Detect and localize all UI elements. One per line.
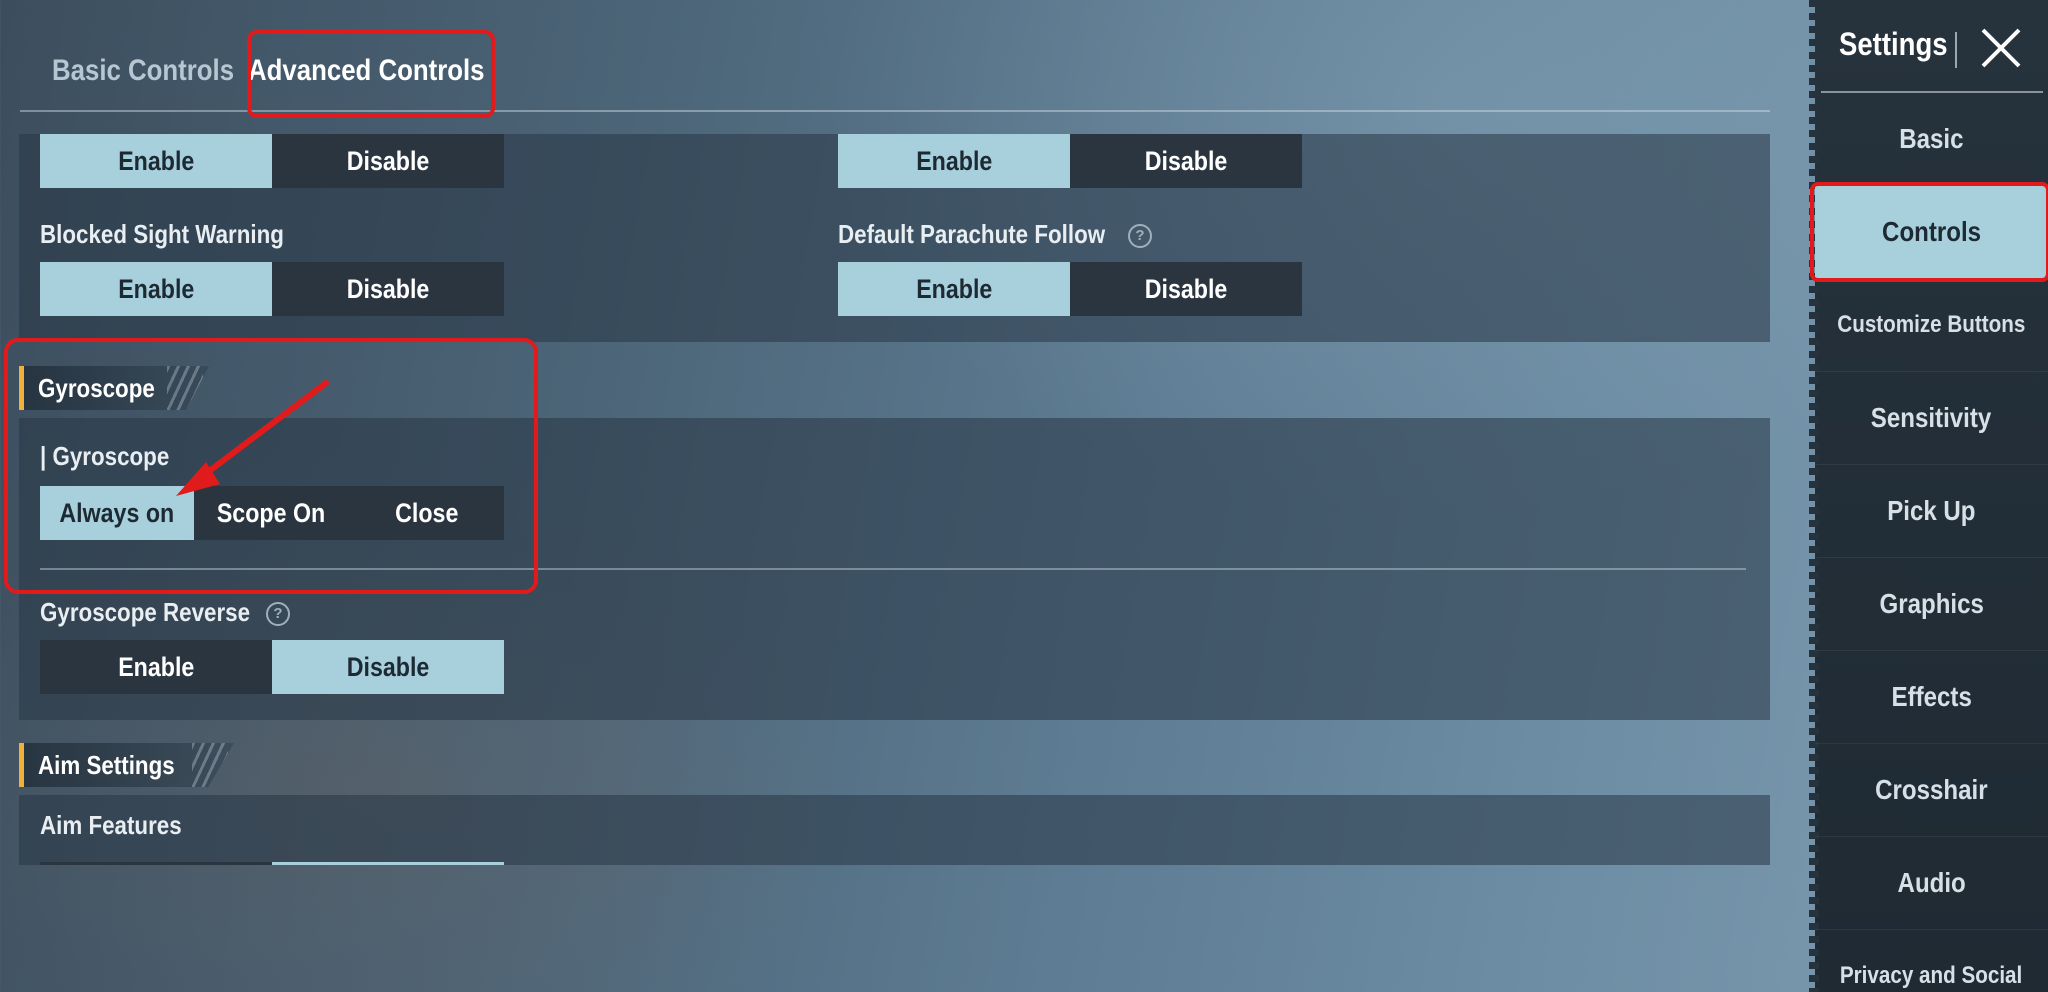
sidebar-item-controls[interactable]: Controls <box>1815 186 2048 279</box>
row1-right-toggle: Enable Disable <box>838 134 1302 188</box>
blocked-sight-warning-label: Blocked Sight Warning <box>40 219 284 249</box>
parachute-enable-option[interactable]: Enable <box>838 262 1070 316</box>
sidebar-item-sensitivity[interactable]: Sensitivity <box>1815 372 2048 465</box>
tab-advanced-controls[interactable]: Advanced Controls <box>248 28 523 114</box>
gyroscope-divider <box>40 568 1746 570</box>
close-button[interactable] <box>1975 22 2027 74</box>
parachute-help-icon[interactable]: ? <box>1128 224 1152 248</box>
gyroscope-reverse-label: Gyroscope Reverse <box>40 597 251 627</box>
row1-left-toggle: Enable Disable <box>40 134 504 188</box>
gyroscope-reverse-disable-option[interactable]: Disable <box>272 640 504 694</box>
sidebar-item-effects[interactable]: Effects <box>1815 651 2048 744</box>
row1-right-enable-option[interactable]: Enable <box>838 134 1070 188</box>
blocked-sight-disable-option[interactable]: Disable <box>272 262 504 316</box>
default-parachute-follow-label: Default Parachute Follow <box>838 219 1106 249</box>
sidebar-item-customize-buttons[interactable]: Customize Buttons <box>1815 279 2048 372</box>
aim-features-selected-edge <box>272 862 504 865</box>
gyroscope-always-on-option[interactable]: Always on <box>40 486 194 540</box>
sidebar-item-graphics[interactable]: Graphics <box>1815 558 2048 651</box>
gyroscope-close-option[interactable]: Close <box>349 486 504 540</box>
row1-right-disable-option[interactable]: Disable <box>1070 134 1302 188</box>
sidebar-item-audio[interactable]: Audio <box>1815 837 2048 930</box>
gyroscope-label: | Gyroscope <box>40 441 170 471</box>
gyroscope-reverse-enable-option[interactable]: Enable <box>40 640 272 694</box>
aim-features-option-edge <box>40 862 272 865</box>
row1-left-enable-option[interactable]: Enable <box>40 134 272 188</box>
general-settings-panel: Enable Disable Enable Disable Blocked Si… <box>19 134 1770 342</box>
tab-divider <box>20 110 1770 112</box>
close-icon <box>1981 28 2021 68</box>
sidebar-item-basic[interactable]: Basic <box>1815 93 2048 186</box>
sidebar-item-pick-up[interactable]: Pick Up <box>1815 465 2048 558</box>
aim-features-label: Aim Features <box>40 810 182 840</box>
aim-settings-panel: Aim Features <box>19 795 1770 865</box>
sidebar-item-privacy-and-social[interactable]: Privacy and Social <box>1815 930 2048 992</box>
row1-left-disable-option[interactable]: Disable <box>272 134 504 188</box>
top-tab-bar: Basic Controls Advanced Controls <box>20 28 1770 118</box>
settings-title: Settings <box>1839 26 1948 62</box>
header-separator <box>1955 32 1957 68</box>
default-parachute-follow-toggle: Enable Disable <box>838 262 1302 316</box>
gyroscope-reverse-help-icon[interactable]: ? <box>266 602 290 626</box>
gyroscope-reverse-toggle: Enable Disable <box>40 640 504 694</box>
gyroscope-scope-on-option[interactable]: Scope On <box>194 486 349 540</box>
parachute-disable-option[interactable]: Disable <box>1070 262 1302 316</box>
gyroscope-section-header: Gyroscope <box>19 366 209 410</box>
blocked-sight-warning-toggle: Enable Disable <box>40 262 504 316</box>
sidebar-item-crosshair[interactable]: Crosshair <box>1815 744 2048 837</box>
blocked-sight-enable-option[interactable]: Enable <box>40 262 272 316</box>
sidebar-header: Settings <box>1815 0 2048 93</box>
aim-settings-section-header: Aim Settings <box>19 743 234 787</box>
settings-sidebar: Settings Basic Controls Customize Button… <box>1809 0 2048 992</box>
gyroscope-mode-selector: Always on Scope On Close <box>40 486 504 540</box>
tab-basic-controls[interactable]: Basic Controls <box>52 28 264 114</box>
